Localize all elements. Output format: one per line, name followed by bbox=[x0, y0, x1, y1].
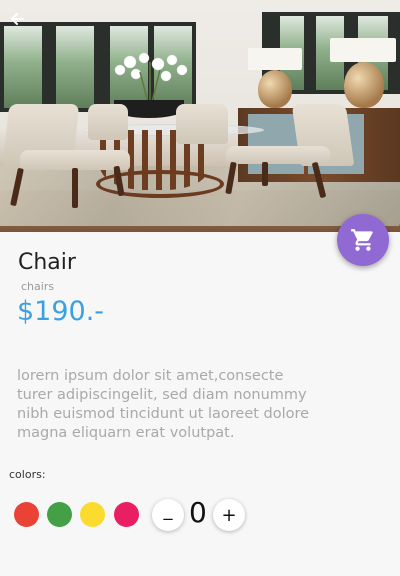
shopping-cart-icon bbox=[351, 229, 373, 251]
add-to-cart-button[interactable] bbox=[337, 214, 389, 266]
plus-label: + bbox=[221, 504, 237, 526]
product-title: Chair bbox=[18, 250, 76, 275]
lamp-shade-left bbox=[248, 48, 302, 70]
color-swatch-pink[interactable] bbox=[114, 502, 139, 527]
lamp-base-left bbox=[258, 70, 292, 108]
quantity-decrement-button[interactable]: _ bbox=[152, 499, 184, 531]
color-swatch-red[interactable] bbox=[14, 502, 39, 527]
chair-right-seat bbox=[226, 146, 330, 164]
chair-back-center bbox=[176, 104, 228, 144]
product-description: lorern ipsum dolor sit amet,consecte tur… bbox=[17, 368, 310, 441]
minus-label: _ bbox=[163, 499, 173, 521]
color-swatch-yellow[interactable] bbox=[80, 502, 105, 527]
product-price: $190.- bbox=[17, 296, 105, 327]
lamp-base-right bbox=[344, 62, 384, 108]
chair-back-left bbox=[88, 104, 128, 140]
color-swatch-green[interactable] bbox=[47, 502, 72, 527]
arrow-back-icon[interactable] bbox=[8, 10, 26, 28]
colors-label: colors: bbox=[9, 468, 46, 481]
quantity-value: 0 bbox=[189, 496, 207, 529]
quantity-increment-button[interactable]: + bbox=[213, 499, 245, 531]
product-hero-image bbox=[0, 0, 400, 232]
product-category: chairs bbox=[21, 280, 55, 293]
lamp-shade-right bbox=[330, 38, 396, 62]
